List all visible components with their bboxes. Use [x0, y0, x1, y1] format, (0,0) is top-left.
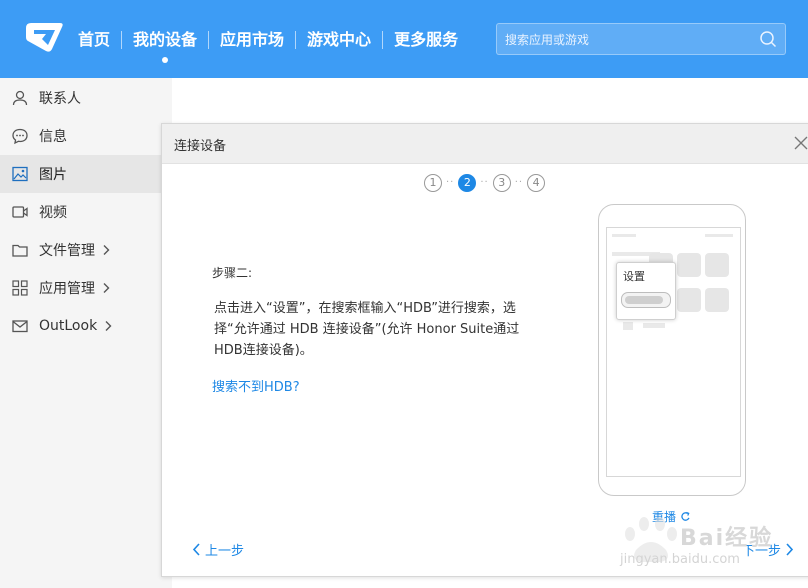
sidebar-item-videos[interactable]: 视频 [0, 193, 172, 231]
search-icon[interactable] [759, 30, 777, 48]
nav-divider [295, 31, 297, 49]
chevron-right-icon [103, 245, 110, 255]
nav-home[interactable]: 首页 [78, 27, 110, 53]
prev-step-button[interactable]: 上一步 [192, 540, 244, 559]
sidebar: 联系人 信息 图片 视频 文件管理 应用管理 OutLook [0, 78, 172, 588]
status-bar-placeholder [612, 234, 636, 237]
mail-icon [12, 320, 28, 333]
sidebar-item-contacts[interactable]: 联系人 [0, 79, 172, 117]
list-placeholder [623, 322, 633, 330]
top-bar: 首页 我的设备 应用市场 游戏中心 更多服务 [0, 0, 808, 78]
app-tile [705, 253, 729, 277]
sidebar-item-label: 文件管理 [39, 243, 95, 259]
connect-device-dialog: 连接设备 1 ·· 2 ·· 3 ·· 4 步骤二: 点击进入“设置”，在搜索框… [161, 123, 808, 577]
sidebar-item-label: 联系人 [39, 91, 81, 107]
step-indicator: 1 ·· 2 ·· 3 ·· 4 [424, 174, 546, 192]
step-3: 3 [492, 174, 511, 192]
step-4: 4 [527, 174, 546, 192]
search-input[interactable] [503, 24, 757, 56]
video-icon [12, 206, 28, 218]
sidebar-item-label: 视频 [39, 205, 67, 221]
message-icon [12, 128, 28, 145]
app-tile [677, 253, 701, 277]
help-link[interactable]: 搜索不到HDB? [212, 376, 300, 395]
nav-active-indicator [162, 57, 169, 63]
sidebar-item-outlook[interactable]: OutLook [0, 307, 172, 345]
nav-my-devices-label: 我的设备 [133, 30, 198, 49]
step-separator: ·· [480, 177, 489, 188]
step-1: 1 [424, 174, 442, 192]
sidebar-item-file-manager[interactable]: 文件管理 [0, 231, 172, 269]
nav-divider [382, 31, 384, 49]
settings-popup: 设置 [616, 262, 676, 320]
nav-more-services[interactable]: 更多服务 [394, 27, 458, 53]
nav-divider [121, 31, 123, 49]
close-icon[interactable] [794, 136, 808, 150]
image-icon [12, 166, 28, 182]
app-logo-icon[interactable] [22, 19, 64, 57]
settings-search-fill [625, 296, 663, 304]
main-nav: 首页 我的设备 应用市场 游戏中心 更多服务 [78, 27, 458, 63]
step-description: 点击进入“设置”，在搜索框输入“HDB”进行搜索，选择“允许通过 HDB 连接设… [214, 301, 520, 358]
sidebar-item-images[interactable]: 图片 [0, 155, 162, 193]
nav-divider [208, 31, 210, 49]
apps-icon [12, 280, 28, 296]
watermark-url: jingyan.baidu.com [620, 552, 740, 567]
chevron-left-icon [192, 543, 200, 556]
search-box [496, 23, 786, 56]
folder-icon [12, 244, 28, 257]
nav-game-center[interactable]: 游戏中心 [307, 27, 371, 53]
chevron-right-icon [105, 321, 112, 331]
nav-my-devices[interactable]: 我的设备 [133, 27, 198, 63]
status-bar-placeholder [705, 234, 733, 237]
sidebar-item-label: 信息 [39, 129, 67, 145]
phone-screen: 设置 [606, 227, 741, 477]
sidebar-item-label: 图片 [39, 167, 67, 183]
step-separator: ·· [514, 177, 524, 188]
phone-illustration: 设置 [598, 204, 746, 496]
step-separator: ·· [446, 177, 455, 188]
contact-icon [12, 90, 28, 106]
step-2: 2 [458, 174, 477, 192]
app-tile [705, 288, 729, 312]
prev-step-label: 上一步 [205, 544, 245, 559]
sidebar-item-label: OutLook [39, 318, 98, 334]
chevron-right-icon [103, 283, 110, 293]
sidebar-item-label: 应用管理 [39, 281, 95, 297]
step-heading: 步骤二: [212, 266, 253, 280]
sidebar-item-messages[interactable]: 信息 [0, 117, 172, 155]
app-tile [677, 288, 701, 312]
dialog-title: 连接设备 [174, 139, 227, 154]
list-placeholder [643, 323, 665, 328]
sidebar-item-app-manager[interactable]: 应用管理 [0, 269, 172, 307]
watermark-text: Bai经验 [680, 526, 774, 551]
settings-label: 设置 [623, 270, 645, 283]
nav-app-market[interactable]: 应用市场 [220, 27, 284, 53]
dialog-header: 连接设备 [162, 124, 808, 164]
